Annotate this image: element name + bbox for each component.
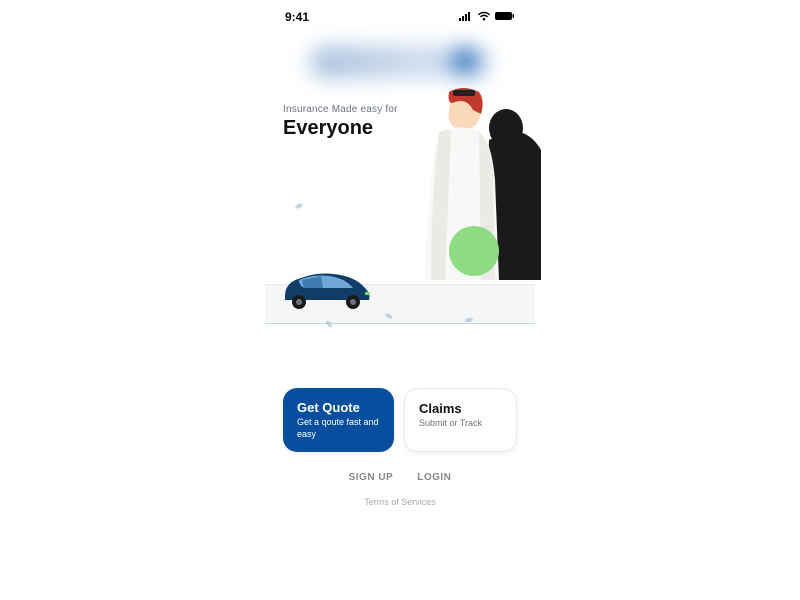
get-quote-card[interactable]: Get Quote Get a qoute fast and easy: [283, 388, 394, 452]
wifi-icon: [477, 10, 491, 24]
auth-row: SIGN UP LOGIN: [265, 472, 535, 483]
signup-link[interactable]: SIGN UP: [349, 472, 394, 483]
brand-logo-blurred: [310, 46, 490, 78]
brand-badge-icon: [452, 48, 478, 74]
status-time: 9:41: [285, 10, 309, 24]
status-bar: 9:41: [265, 0, 535, 30]
status-indicators: [459, 10, 515, 24]
car-illustration: [275, 262, 375, 312]
battery-icon: [495, 10, 515, 24]
terms-link[interactable]: Terms of Services: [265, 497, 535, 507]
get-quote-sub: Get a qoute fast and easy: [297, 417, 380, 440]
leaf-icon: [295, 202, 304, 209]
accent-circle-icon: [449, 226, 499, 276]
cellular-icon: [459, 10, 473, 24]
claims-title: Claims: [419, 401, 502, 416]
login-link[interactable]: LOGIN: [417, 472, 451, 483]
claims-sub: Submit or Track: [419, 418, 502, 430]
phone-screen: 9:41 Insurance Made easy for Everyone: [265, 0, 535, 600]
claims-card[interactable]: Claims Submit or Track: [404, 388, 517, 452]
get-quote-title: Get Quote: [297, 400, 380, 415]
hero-section: Insurance Made easy for Everyone: [265, 104, 535, 334]
action-cards: Get Quote Get a qoute fast and easy Clai…: [265, 388, 535, 452]
